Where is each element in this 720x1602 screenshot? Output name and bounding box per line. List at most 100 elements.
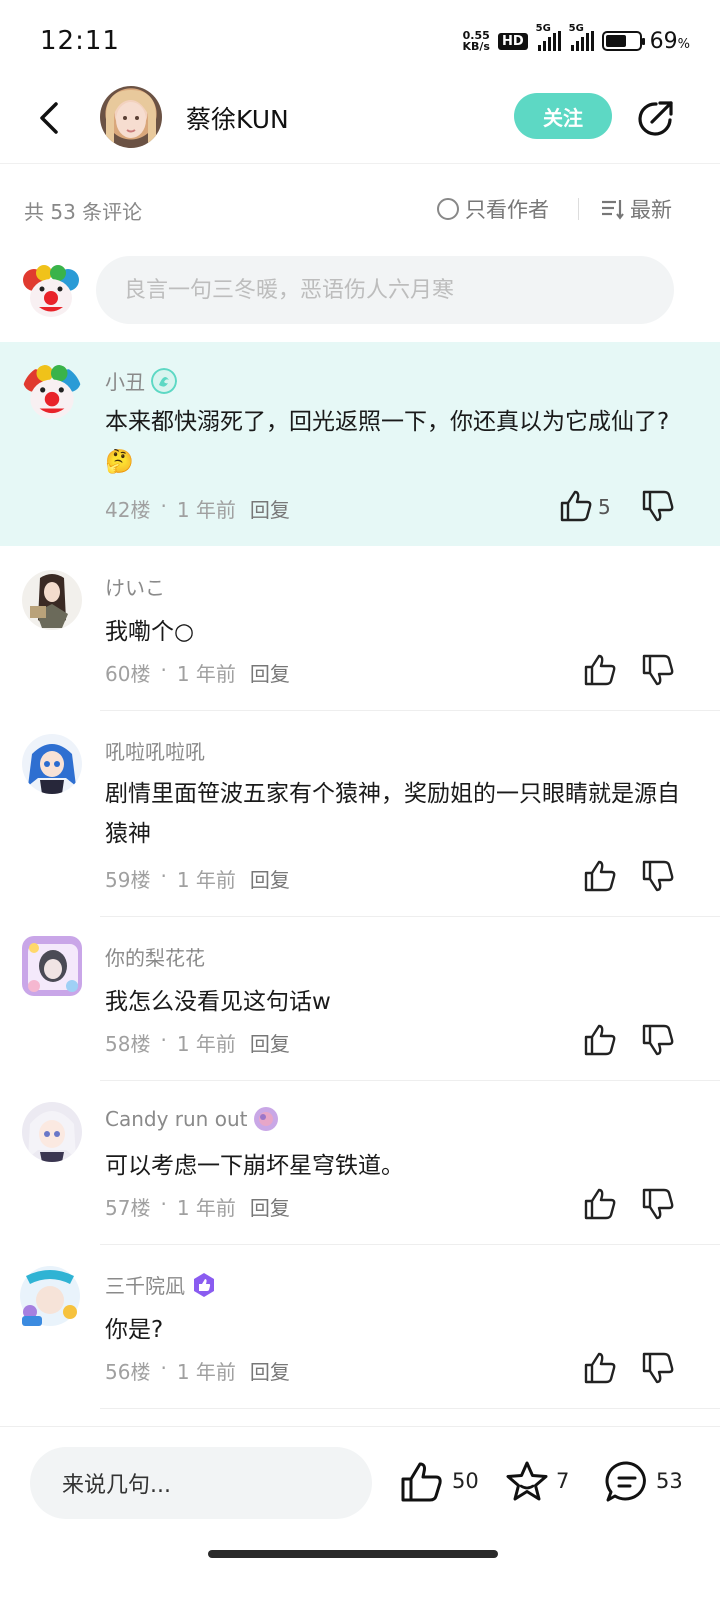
verified-badge-icon <box>194 1272 214 1297</box>
floor-number: 58楼 <box>105 1032 151 1056</box>
net-speed-unit: KB/s <box>462 40 490 53</box>
comment-input[interactable] <box>96 256 674 324</box>
share-icon[interactable] <box>634 98 676 140</box>
comment-item: 吼啦吼啦吼 剧情里面笹波五家有个猿神，奖励姐的一只眼睛就是源自猿神 59楼 · … <box>0 710 720 917</box>
comment-text: 你是? <box>105 1317 164 1343</box>
timestamp: 1 年前 <box>176 1032 236 1056</box>
signal-label: 5G <box>535 23 551 34</box>
reply-button[interactable]: 回复 <box>250 1192 290 1221</box>
my-avatar <box>22 264 80 322</box>
radio-icon <box>437 198 459 220</box>
comment-text: 剧情里面笹波五家有个猿神，奖励姐的一只眼睛就是源自猿神 <box>105 781 680 847</box>
commenter-avatar[interactable] <box>22 734 82 794</box>
comment-meta: 57楼 · 1 年前 回复 <box>105 1192 290 1221</box>
reply-button[interactable]: 回复 <box>250 494 290 523</box>
like-icon[interactable] <box>582 1350 618 1386</box>
comment-item: けいこ 我嘞个○ 60楼 · 1 年前 回复 <box>0 546 720 711</box>
star-icon[interactable] <box>504 1459 550 1505</box>
home-indicator[interactable] <box>208 1550 498 1558</box>
author-avatar[interactable] <box>100 86 162 148</box>
like-post-icon[interactable] <box>398 1459 444 1505</box>
like-icon[interactable] <box>582 1022 618 1058</box>
commenter-name[interactable]: 三千院凪 <box>105 1270 217 1299</box>
comment-meta: 58楼 · 1 年前 回复 <box>105 1028 290 1057</box>
reply-button[interactable]: 回复 <box>250 658 290 687</box>
commenter-avatar[interactable] <box>22 936 82 996</box>
dislike-icon[interactable] <box>640 1350 676 1386</box>
reply-button[interactable]: 回复 <box>250 864 290 893</box>
comment-filter-bar: 共 53 条评论 只看作者 最新 <box>0 186 720 232</box>
like-icon[interactable] <box>582 858 618 894</box>
sort-toggle[interactable]: 最新 <box>600 194 672 224</box>
like-icon[interactable] <box>582 652 618 688</box>
dislike-icon[interactable] <box>640 488 676 524</box>
comment-meta: 56楼 · 1 年前 回复 <box>105 1356 290 1385</box>
bottom-action-bar: 来说几句... 50 7 53 <box>0 1426 720 1602</box>
dislike-icon[interactable] <box>640 1022 676 1058</box>
comment-meta: 42楼 · 1 年前 回复 <box>105 494 290 523</box>
signal-label: 5G <box>568 23 584 34</box>
battery-percent: 69% <box>649 28 690 54</box>
comment-item: 你的梨花花 我怎么没看见这句话w 58楼 · 1 年前 回复 <box>0 916 720 1081</box>
commenter-name[interactable]: Candy run out <box>105 1106 279 1132</box>
comment-item: 三千院凪 你是? 56楼 · 1 年前 回复 <box>0 1244 720 1412</box>
comment-icon[interactable] <box>604 1459 650 1505</box>
timestamp: 1 年前 <box>176 1360 236 1384</box>
divider <box>100 1408 720 1409</box>
level-badge-icon <box>151 367 177 394</box>
dislike-icon[interactable] <box>640 652 676 688</box>
follow-button[interactable]: 关注 <box>514 93 612 139</box>
commenter-name[interactable]: 小丑 <box>105 366 177 395</box>
back-arrow-icon[interactable] <box>30 98 70 138</box>
timestamp: 1 年前 <box>176 868 236 892</box>
like-icon[interactable] <box>558 488 594 524</box>
commenter-avatar[interactable] <box>22 364 82 424</box>
status-bar: 12:11 0.55 KB/s HD 5G 5G 69% <box>0 0 720 80</box>
commenter-avatar[interactable] <box>16 1262 84 1330</box>
commenter-name[interactable]: 吼啦吼啦吼 <box>105 736 205 765</box>
commenter-avatar[interactable] <box>22 570 82 630</box>
sort-icon <box>602 200 624 220</box>
floor-number: 60楼 <box>105 662 151 686</box>
like-icon[interactable] <box>582 1186 618 1222</box>
comment-item: 小丑 本来都快溺死了，回光返照一下，你还真以为它成仙了? 🤔 42楼 · 1 年… <box>0 342 720 546</box>
top-bar: 蔡徐KUN 关注 <box>0 80 720 164</box>
reply-input-button[interactable]: 来说几句... <box>30 1447 372 1519</box>
author-name[interactable]: 蔡徐KUN <box>186 100 289 136</box>
floor-number: 56楼 <box>105 1360 151 1384</box>
commenter-avatar[interactable] <box>22 1102 82 1162</box>
dislike-icon[interactable] <box>640 1186 676 1222</box>
favorite-count: 7 <box>556 1469 570 1493</box>
avatar-frame-badge-icon <box>254 1107 279 1131</box>
comment-text: 我怎么没看见这句话w <box>105 989 331 1015</box>
commenter-name[interactable]: 你的梨花花 <box>105 942 205 971</box>
timestamp: 1 年前 <box>176 498 236 522</box>
like-count: 5 <box>598 495 611 519</box>
reply-button[interactable]: 回复 <box>250 1356 290 1385</box>
comment-total: 53 <box>656 1469 683 1493</box>
comment-text: 可以考虑一下崩坏星穹铁道。 <box>105 1153 404 1179</box>
comment-meta: 59楼 · 1 年前 回复 <box>105 864 290 893</box>
emoji-icon: 🤔 <box>105 449 134 475</box>
timestamp: 1 年前 <box>176 1196 236 1220</box>
comment-text: 本来都快溺死了，回光返照一下，你还真以为它成仙了? 🤔 <box>105 409 670 475</box>
reply-button[interactable]: 回复 <box>250 1028 290 1057</box>
comment-count: 共 53 条评论 <box>24 200 143 224</box>
comment-item: Candy run out 可以考虑一下崩坏星穹铁道。 57楼 · 1 年前 回… <box>0 1080 720 1245</box>
only-author-label: 只看作者 <box>465 198 549 222</box>
commenter-name[interactable]: けいこ <box>105 572 165 601</box>
net-speed: 0.55 KB/s <box>462 30 489 52</box>
timestamp: 1 年前 <box>176 662 236 686</box>
signal-icon: 5G <box>536 23 561 51</box>
sort-label: 最新 <box>630 198 672 222</box>
dislike-icon[interactable] <box>640 858 676 894</box>
divider <box>578 198 579 220</box>
hd-icon: HD <box>497 32 528 50</box>
only-author-toggle[interactable]: 只看作者 <box>437 194 549 224</box>
signal-icon: 5G <box>569 23 594 51</box>
floor-number: 42楼 <box>105 498 151 522</box>
floor-number: 59楼 <box>105 868 151 892</box>
comment-meta: 60楼 · 1 年前 回复 <box>105 658 290 687</box>
floor-number: 57楼 <box>105 1196 151 1220</box>
battery-icon <box>601 31 645 51</box>
